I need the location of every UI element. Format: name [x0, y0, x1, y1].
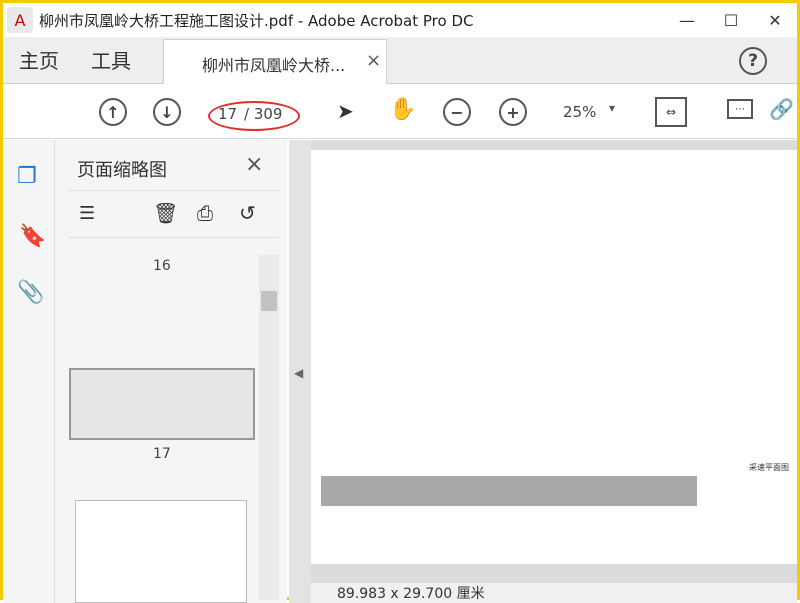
collapse-panel-handle[interactable]: ◀ [289, 140, 311, 603]
close-window-button[interactable]: ✕ [753, 3, 797, 37]
scroll-mode-icon[interactable]: ⋯ [727, 99, 753, 119]
drawing-label: 采速平面图 [749, 463, 789, 472]
page-fit-icon[interactable]: ⇔ [655, 97, 687, 127]
toolbar: ↑ ↓ ➤ ✋ − + ▾ ⇔ ⋯ 🔗 [3, 85, 797, 139]
thumbnail-tools: ☰ 🗑 ⎙ ↺ [69, 190, 279, 238]
window-title: 柳州市凤凰岭大桥工程施工图设计.pdf - Adobe Acrobat Pro … [39, 11, 474, 30]
scroll-thumb[interactable] [261, 291, 277, 311]
bridge-deck-band [321, 476, 697, 506]
maximize-button[interactable]: ☐ [709, 3, 753, 37]
previous-page-button[interactable]: ↑ [99, 98, 127, 126]
attachment-icon[interactable]: 📎 [17, 280, 44, 305]
options-menu-icon[interactable]: ☰ [79, 203, 95, 224]
thumbnail-page-17[interactable] [69, 368, 255, 440]
document-tab-label: 柳州市凤凰岭大桥... [202, 56, 346, 75]
left-navigation-rail: ❐ 🔖 📎 [3, 140, 55, 603]
tab-tools[interactable]: 工具 [91, 45, 131, 74]
page-number-box[interactable]: 17 / 309 [208, 101, 300, 131]
red-annotation-oval [208, 101, 300, 131]
tab-document[interactable]: 柳州市凤凰岭大桥... × [163, 39, 387, 84]
window-controls: — ☐ ✕ [665, 3, 797, 37]
zoom-level[interactable]: 25% [563, 103, 627, 127]
thumbnails-panel: 页面缩略图 × ☰ 🗑 ⎙ ↺ 16 17 [55, 140, 287, 603]
tab-bar: 主页 工具 柳州市凤凰岭大桥... × ? [3, 37, 797, 84]
tab-home[interactable]: 主页 [19, 45, 59, 74]
thumbnail-page-number: 17 [153, 446, 171, 462]
help-icon[interactable]: ? [739, 47, 767, 75]
page-dimensions: 89.983 x 29.700 厘米 [311, 583, 797, 603]
acrobat-icon: A [7, 7, 33, 33]
collapse-left-icon[interactable]: ◀ [294, 366, 303, 380]
title-bar: A 柳州市凤凰岭大桥工程施工图设计.pdf - Adobe Acrobat Pr… [3, 3, 797, 37]
delete-page-icon[interactable]: 🗑 [153, 201, 178, 225]
link-icon[interactable]: 🔗 [769, 97, 794, 121]
close-panel-button[interactable]: × [245, 152, 263, 177]
hand-tool-icon[interactable]: ✋ [389, 97, 416, 122]
thumbnail-page-number: 16 [153, 258, 171, 274]
zoom-in-button[interactable]: + [499, 98, 527, 126]
next-page-button[interactable]: ↓ [153, 98, 181, 126]
thumbnail-page-18[interactable] [75, 500, 247, 603]
close-tab-button[interactable]: × [366, 50, 381, 71]
document-view[interactable]: 采速平面图 [311, 140, 797, 603]
panel-title: 页面缩略图 [77, 160, 167, 181]
bookmark-icon[interactable]: 🔖 [19, 224, 46, 249]
zoom-out-button[interactable]: − [443, 98, 471, 126]
minimize-button[interactable]: — [665, 3, 709, 37]
select-cursor-icon[interactable]: ➤ [337, 99, 354, 123]
page-thumbnails-icon[interactable]: ❐ [17, 164, 37, 189]
extract-page-icon[interactable]: ⎙ [197, 201, 213, 225]
rotate-page-icon[interactable]: ↺ [239, 201, 256, 225]
thumbnail-scrollbar[interactable] [259, 255, 279, 600]
